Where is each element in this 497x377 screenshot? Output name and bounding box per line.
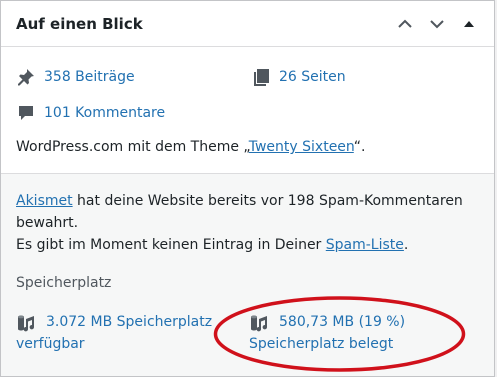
- chevron-down-icon: [430, 19, 444, 28]
- at-a-glance-widget: Auf einen Blick 358 Beiträge 26 Seiten 1…: [0, 0, 495, 377]
- theme-info: WordPress.com mit dem Theme „Twenty Sixt…: [16, 139, 365, 155]
- pin-icon: [18, 69, 34, 86]
- theme-prefix: WordPress.com mit dem Theme „: [16, 139, 249, 155]
- move-down-button[interactable]: [424, 11, 450, 37]
- widget-title: Auf einen Blick: [16, 14, 143, 33]
- storage-title: Speicherplatz: [16, 275, 112, 291]
- pages-icon: [254, 69, 269, 86]
- widget-header-controls: [392, 11, 482, 37]
- akismet-info: Akismet hat deine Website bereits vor 19…: [16, 190, 482, 256]
- storage-icon: [251, 315, 268, 332]
- storage-info: 3.072 MB Speicherplatz verfügbar 580,73 …: [16, 311, 479, 355]
- storage-used-link[interactable]: 580,73 MB (19 %) Speicherplatz belegt: [249, 311, 405, 355]
- storage-available-link[interactable]: 3.072 MB Speicherplatz verfügbar: [16, 311, 249, 355]
- comments-count-label: 101 Kommentare: [44, 105, 166, 121]
- storage-used-line2: Speicherplatz belegt: [249, 336, 394, 352]
- activity-section: Akismet hat deine Website bereits vor 19…: [1, 174, 494, 376]
- widget-header: Auf einen Blick: [1, 1, 494, 47]
- spam-text-prefix: Es gibt im Moment keinen Eintrag in Dein…: [16, 237, 326, 253]
- storage-used-line1: 580,73 MB (19 %): [279, 314, 406, 330]
- glance-list: 358 Beiträge 26 Seiten 101 Kommentare: [16, 59, 479, 131]
- move-up-button[interactable]: [392, 11, 418, 37]
- pages-count-label: 26 Seiten: [279, 69, 346, 85]
- storage-icon: [18, 315, 35, 332]
- comment-icon: [19, 106, 33, 120]
- posts-count-label: 358 Beiträge: [44, 69, 135, 85]
- pages-count-link[interactable]: 26 Seiten: [251, 67, 346, 87]
- theme-link[interactable]: Twenty Sixteen: [249, 139, 354, 155]
- storage-available-line2: verfügbar: [16, 336, 85, 352]
- akismet-text-1: hat deine Website bereits vor 198 Spam-K…: [72, 193, 463, 209]
- triangle-up-icon: [464, 20, 474, 27]
- spam-text-suffix: .: [403, 237, 409, 253]
- comments-count-link[interactable]: 101 Kommentare: [16, 103, 251, 123]
- theme-suffix: “.: [353, 139, 366, 155]
- akismet-link[interactable]: Akismet: [16, 193, 73, 209]
- posts-count-link[interactable]: 358 Beiträge: [16, 67, 251, 87]
- storage-available-line1: 3.072 MB Speicherplatz: [46, 314, 213, 330]
- spam-list-link[interactable]: Spam-Liste: [326, 237, 404, 253]
- chevron-up-icon: [398, 19, 412, 28]
- akismet-text-2: bewahrt.: [16, 215, 79, 231]
- toggle-panel-button[interactable]: [456, 11, 482, 37]
